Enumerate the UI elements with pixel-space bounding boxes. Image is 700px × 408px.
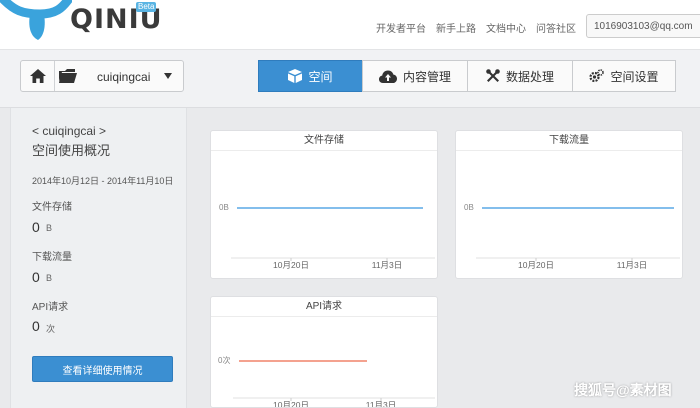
stat-api-value: 0 — [32, 318, 40, 334]
account-email: 1016903103@qq.com — [594, 21, 693, 32]
sidebar-title: 空间使用概况 — [32, 143, 111, 158]
tab-space-label: 空间 — [308, 69, 333, 84]
tab-space-settings[interactable]: 空间设置 — [572, 60, 676, 92]
bucket-name: cuiqingcai — [97, 70, 151, 84]
qiniu-logo-icon[interactable] — [0, 0, 72, 46]
tab-space-settings-label: 空间设置 — [610, 69, 659, 84]
x-tick-label: 10月20日 — [518, 260, 554, 270]
tab-data-processing[interactable]: 数据处理 — [467, 60, 573, 92]
y-tick-label: 0次 — [218, 355, 230, 365]
stat-traffic-unit: B — [46, 273, 53, 283]
home-icon — [29, 69, 46, 83]
chevron-down-icon[interactable] — [164, 73, 172, 79]
cloud-upload-icon — [378, 70, 397, 83]
y-tick-label: 0B — [219, 203, 229, 212]
beta-badge: Beta — [136, 2, 157, 12]
stat-traffic-value: 0 — [32, 269, 40, 285]
chart-plot: 0次 10月20日 11月3日 — [218, 355, 435, 408]
stat-api-label: API请求 — [32, 302, 69, 313]
x-tick-label: 11月3日 — [617, 260, 648, 270]
view-usage-details-button[interactable]: 查看详细使用情况 — [32, 356, 173, 382]
watermark: 搜狐号@素材图 — [574, 382, 672, 398]
bucket-selector[interactable]: cuiqingcai — [20, 60, 184, 92]
gear-icon — [589, 69, 605, 83]
app-header: QINIU Beta 开发者平台 新手上路 文档中心 问答社区 10169031… — [0, 0, 700, 50]
date-range: 2014年10月12日 - 2014年11月10日 — [32, 176, 174, 186]
chart-card-traffic: 下载流量 0B 10月20日 11月3日 — [455, 130, 683, 279]
tools-icon — [486, 69, 500, 82]
x-tick-label: 11月3日 — [366, 400, 397, 408]
chart-plot: 0B 10月20日 11月3日 — [464, 203, 680, 270]
tab-data-processing-label: 数据处理 — [505, 69, 554, 84]
tab-space[interactable]: 空间 — [258, 60, 363, 92]
x-tick-label: 10月20日 — [273, 400, 309, 408]
home-button[interactable] — [21, 61, 55, 91]
y-tick-label: 0B — [464, 203, 474, 212]
chart-card-api: API请求 0次 10月20日 11月3日 — [210, 296, 438, 408]
stat-storage-label: 文件存储 — [32, 202, 72, 213]
x-tick-label: 11月3日 — [372, 260, 403, 270]
folder-icon — [59, 69, 77, 83]
nav-link-getting-started[interactable]: 新手上路 — [436, 20, 476, 35]
tab-content-management[interactable]: 内容管理 — [362, 60, 468, 92]
chart-plot: 0B 10月20日 11月3日 — [219, 203, 435, 270]
x-tick-label: 10月20日 — [273, 260, 309, 270]
stat-storage-value: 0 — [32, 219, 40, 235]
nav-link-developer[interactable]: 开发者平台 — [376, 20, 426, 35]
account-menu[interactable]: 1016903103@qq.com — [586, 14, 700, 38]
nav-link-qa[interactable]: 问答社区 — [536, 20, 576, 35]
chart-card-storage: 文件存储 0B 10月20日 11月3日 — [210, 130, 438, 279]
nav-link-docs[interactable]: 文档中心 — [486, 20, 526, 35]
stat-storage-unit: B — [46, 223, 53, 233]
sidebar-bucket-name: < cuiqingcai > — [32, 124, 107, 138]
stat-traffic-label: 下载流量 — [32, 252, 72, 263]
box-icon — [288, 69, 303, 83]
stat-api-unit: 次 — [46, 324, 56, 334]
tab-content-management-label: 内容管理 — [402, 69, 451, 84]
bucket-tabs: 空间 内容管理 数据处理 空间设置 — [258, 60, 676, 92]
